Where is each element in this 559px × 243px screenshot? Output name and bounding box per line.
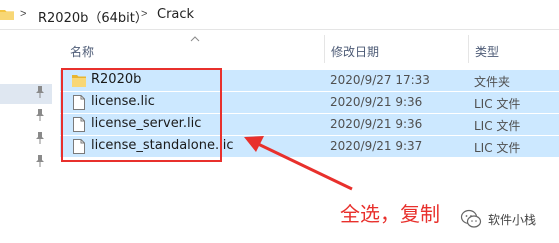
pin-icon bbox=[36, 132, 44, 144]
pin-icon bbox=[36, 109, 44, 121]
column-header-type[interactable]: 类型 bbox=[475, 43, 499, 73]
pin-icon bbox=[36, 86, 44, 98]
column-divider[interactable] bbox=[468, 35, 469, 63]
watermark: 软件小栈 bbox=[460, 208, 536, 230]
annotation-text: 全选，复制 bbox=[340, 202, 440, 226]
sort-ascending-icon[interactable] bbox=[190, 36, 200, 42]
address-bar[interactable]: > R2020b（64bit） > Crack bbox=[0, 0, 559, 30]
file-date: 2020/9/21 9:36 bbox=[330, 95, 423, 109]
wechat-logo-icon bbox=[460, 209, 482, 228]
chevron-right-icon[interactable]: > bbox=[141, 8, 147, 20]
annotation-arrow-icon bbox=[244, 136, 353, 191]
pin-icon bbox=[36, 155, 44, 167]
file-type: LIC 文件 bbox=[474, 119, 521, 133]
file-date: 2020/9/21 9:36 bbox=[330, 117, 423, 131]
column-divider[interactable] bbox=[324, 35, 325, 63]
file-type: 文件夹 bbox=[474, 75, 511, 89]
watermark-text: 软件小栈 bbox=[488, 212, 537, 227]
file-date: 2020/9/27 17:33 bbox=[330, 73, 430, 87]
annotation-highlight-box bbox=[61, 68, 222, 162]
breadcrumb-item-r2020b[interactable]: R2020b（64bit） bbox=[38, 7, 148, 26]
file-type: LIC 文件 bbox=[474, 97, 521, 111]
folder-icon bbox=[0, 10, 14, 20]
file-type: LIC 文件 bbox=[474, 141, 521, 155]
chevron-right-icon[interactable]: > bbox=[20, 8, 26, 20]
column-header-date[interactable]: 修改日期 bbox=[331, 43, 379, 73]
breadcrumb-item-crack[interactable]: Crack bbox=[157, 7, 194, 22]
